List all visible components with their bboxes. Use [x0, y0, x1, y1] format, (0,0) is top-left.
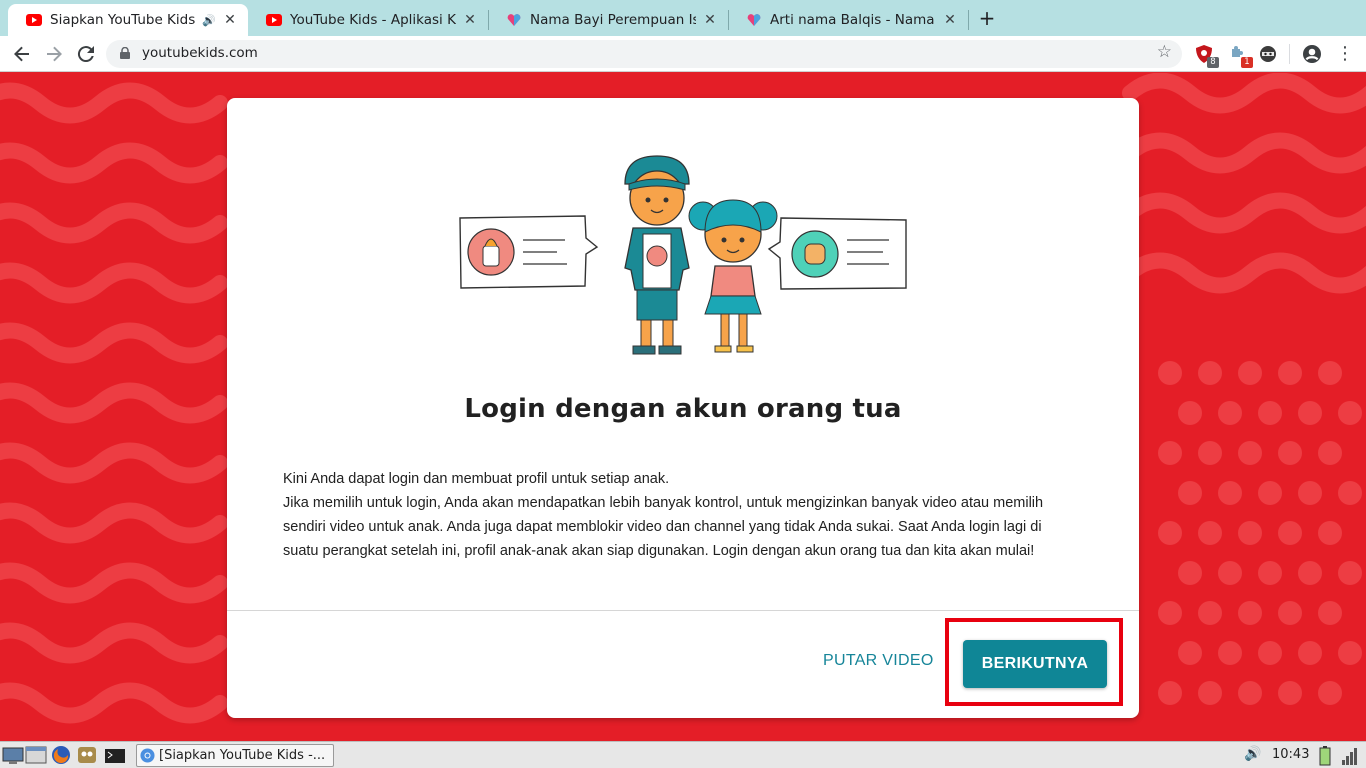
close-tab-icon[interactable]: ✕: [462, 12, 478, 28]
volume-icon[interactable]: 🔊: [1244, 746, 1261, 762]
description-paragraph-1: Kini Anda dapat login dan membuat profil…: [283, 471, 670, 487]
speaker-icon[interactable]: 🔊: [202, 14, 216, 27]
description-text: Kini Anda dapat login dan membuat profil…: [283, 467, 1073, 563]
new-tab-button[interactable]: +: [976, 6, 998, 30]
file-manager-icon[interactable]: [25, 745, 47, 765]
tab-youtube-kids-aplikasi[interactable]: YouTube Kids - Aplikasi Kh ✕: [248, 4, 488, 36]
tab-title: Arti nama Balqis - Nama B: [770, 12, 936, 28]
arrow-right-icon: [47, 46, 62, 62]
tab-title: Siapkan YouTube Kids: [50, 12, 196, 28]
url-text: youtubekids.com: [142, 45, 258, 61]
heart-icon: [747, 14, 761, 26]
address-bar[interactable]: youtubekids.com ☆: [106, 40, 1182, 68]
puzzle-extension-button[interactable]: 1: [1228, 44, 1253, 68]
extension-badge: 1: [1241, 57, 1253, 68]
tab-title: YouTube Kids - Aplikasi Kh: [290, 12, 456, 28]
tab-siapkan-youtube-kids[interactable]: Siapkan YouTube Kids 🔊 ✕: [8, 4, 248, 36]
reload-icon: [77, 46, 94, 63]
ublock-extension-button[interactable]: 8: [1194, 44, 1219, 68]
girl-figure: [688, 199, 778, 353]
ninja-extension-icon: [1260, 46, 1276, 62]
play-video-button[interactable]: PUTAR VIDEO: [823, 652, 934, 670]
toolbar-separator: [1289, 44, 1290, 64]
taskbar-task-label: [Siapkan YouTube Kids -...: [159, 748, 326, 763]
battery-icon[interactable]: [1316, 745, 1334, 767]
gimp-icon[interactable]: [76, 745, 98, 765]
youtube-icon: [26, 14, 42, 26]
close-tab-icon[interactable]: ✕: [702, 12, 718, 28]
tab-arti-nama-balqis[interactable]: Arti nama Balqis - Nama B ✕: [728, 4, 968, 36]
tab-strip: Siapkan YouTube Kids 🔊 ✕ YouTube Kids - …: [0, 0, 1366, 36]
browser-menu-button[interactable]: ⋮: [1336, 42, 1354, 66]
description-paragraph-2: Jika memilih untuk login, Anda akan mend…: [283, 495, 1044, 559]
boy-figure: [624, 155, 690, 355]
youtube-kids-page: Login dengan akun orang tua Kini Anda da…: [0, 73, 1366, 741]
forward-button[interactable]: [42, 42, 66, 66]
kids-illustration: [459, 155, 907, 355]
firefox-icon[interactable]: [50, 745, 72, 765]
page-title: Login dengan akun orang tua: [464, 394, 902, 424]
heart-icon: [507, 14, 521, 26]
left-speech-bubble: [459, 215, 599, 289]
reload-button[interactable]: [74, 42, 98, 66]
chrome-icon: [140, 748, 155, 763]
taskbar-task-chrome[interactable]: [Siapkan YouTube Kids -...: [136, 744, 334, 767]
close-tab-icon[interactable]: ✕: [942, 12, 958, 28]
tab-separator: [968, 10, 969, 30]
clock[interactable]: 10:43: [1272, 747, 1309, 762]
youtube-icon: [266, 14, 282, 26]
os-taskbar: [Siapkan YouTube Kids -... 🔊 10:43: [0, 741, 1366, 768]
tab-title: Nama Bayi Perempuan Isl: [530, 12, 696, 28]
parent-login-card: Login dengan akun orang tua Kini Anda da…: [227, 98, 1139, 718]
extension-badge: 8: [1207, 57, 1219, 68]
terminal-icon[interactable]: [104, 745, 126, 765]
network-signal-icon[interactable]: [1340, 745, 1358, 767]
back-button[interactable]: [10, 42, 34, 66]
ninja-extension-button[interactable]: [1258, 44, 1278, 64]
card-divider: [227, 610, 1139, 611]
tab-nama-bayi-perempuan[interactable]: Nama Bayi Perempuan Isl ✕: [488, 4, 728, 36]
show-desktop-icon[interactable]: [2, 745, 24, 765]
bookmark-star-icon[interactable]: ☆: [1157, 42, 1172, 62]
arrow-left-icon: [14, 46, 29, 62]
close-tab-icon[interactable]: ✕: [222, 12, 238, 28]
lock-icon: [120, 47, 130, 59]
browser-toolbar: youtubekids.com ☆ 8 1 ⋮: [0, 36, 1366, 72]
profile-avatar-icon[interactable]: [1302, 44, 1322, 64]
right-speech-bubble: [767, 217, 907, 290]
next-button[interactable]: BERIKUTNYA: [963, 640, 1107, 688]
